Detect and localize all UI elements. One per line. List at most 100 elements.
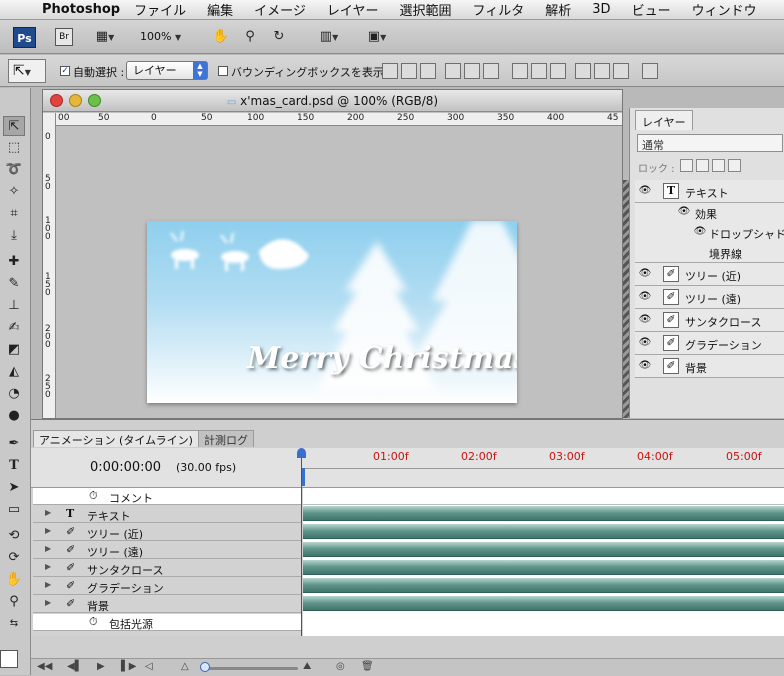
- visibility-eye-icon[interactable]: 👁: [638, 360, 652, 372]
- visibility-eye-icon[interactable]: 👁: [638, 268, 652, 280]
- hand-tool-icon[interactable]: ✋: [3, 570, 25, 590]
- layer-duration-bar[interactable]: [303, 524, 784, 539]
- lock-all-button[interactable]: [728, 159, 741, 172]
- timeline-zoom-knob[interactable]: [200, 662, 210, 672]
- eraser-tool-icon[interactable]: ◩: [3, 340, 25, 360]
- move-tool-icon[interactable]: ⇱: [3, 116, 25, 136]
- visibility-eye-icon[interactable]: 👁: [638, 291, 652, 303]
- expand-triangle-icon[interactable]: ▶: [45, 544, 51, 553]
- tool-preset-picker[interactable]: ⇱▼: [8, 59, 46, 83]
- visibility-eye-icon[interactable]: 👁: [638, 185, 652, 197]
- expand-triangle-icon[interactable]: ▶: [45, 562, 51, 571]
- document-canvas[interactable]: Merry Christmas: [147, 221, 517, 403]
- comment-track[interactable]: [303, 488, 784, 505]
- layer-row[interactable]: 👁 ✐ サンタクロース: [635, 309, 784, 332]
- effect-row[interactable]: 👁 ドロップシャドウ: [635, 223, 784, 243]
- layer-row[interactable]: 👁 ✐ 背景: [635, 355, 784, 378]
- layer-row[interactable]: 👁 ✐ ツリー (遠): [635, 286, 784, 309]
- blur-tool-icon[interactable]: ●: [3, 406, 25, 426]
- menu-image[interactable]: イメージ: [254, 0, 306, 19]
- layer-row[interactable]: 👁 ✐ ツリー (近): [635, 263, 784, 286]
- onion-skin-icon[interactable]: ◎: [336, 661, 345, 672]
- playhead-handle[interactable]: [297, 448, 306, 458]
- swap-colors-icon[interactable]: ⇆: [3, 614, 25, 634]
- lock-image-button[interactable]: [696, 159, 709, 172]
- tab-measurement-log[interactable]: 計測ログ: [198, 430, 254, 447]
- track-row[interactable]: ▶ ✐ サンタクロース: [33, 560, 301, 577]
- 3d-rotate-tool-icon[interactable]: ⟲: [3, 526, 25, 546]
- tab-animation-timeline[interactable]: アニメーション (タイムライン): [33, 430, 199, 447]
- tab-layers[interactable]: レイヤー: [635, 110, 693, 130]
- lock-position-button[interactable]: [712, 159, 725, 172]
- distribute-horizontal-centers-button[interactable]: [594, 63, 610, 79]
- visibility-eye-icon[interactable]: 👁: [693, 226, 707, 238]
- zoom-tool-icon[interactable]: ⚲: [3, 592, 25, 612]
- clone-stamp-tool-icon[interactable]: ⊥: [3, 296, 25, 316]
- align-right-edges-button[interactable]: [483, 63, 499, 79]
- timeline-zoom-slider[interactable]: [206, 667, 298, 670]
- track-area[interactable]: [303, 488, 784, 636]
- healing-brush-tool-icon[interactable]: ✚: [3, 252, 25, 272]
- align-bottom-edges-button[interactable]: [420, 63, 436, 79]
- trash-icon[interactable]: 🗑: [361, 661, 374, 672]
- playhead-line[interactable]: [301, 450, 302, 636]
- expand-triangle-icon[interactable]: ▶: [45, 598, 51, 607]
- menu-view[interactable]: ビュー: [632, 0, 671, 19]
- marquee-tool-icon[interactable]: ⬚: [3, 138, 25, 158]
- layer-row[interactable]: 👁 ✐ グラデーション: [635, 332, 784, 355]
- distribute-right-button[interactable]: [613, 63, 629, 79]
- track-row[interactable]: ▶ ✐ 背景: [33, 596, 301, 613]
- crop-tool-icon[interactable]: ⌗: [3, 204, 25, 224]
- zoom-out-timeline-icon[interactable]: △: [181, 661, 189, 672]
- track-row[interactable]: ▶ ✐ ツリー (遠): [33, 542, 301, 559]
- path-selection-tool-icon[interactable]: ➤: [3, 478, 25, 498]
- layer-duration-bar[interactable]: [303, 560, 784, 575]
- first-frame-icon[interactable]: ◀◀: [37, 661, 52, 672]
- quick-selection-tool-icon[interactable]: ✧: [3, 182, 25, 202]
- 3d-orbit-tool-icon[interactable]: ⟳: [3, 548, 25, 568]
- arrange-documents-icon[interactable]: ▥▼: [313, 28, 345, 46]
- paint-bucket-tool-icon[interactable]: ◭: [3, 362, 25, 382]
- visibility-eye-icon[interactable]: 👁: [677, 206, 691, 218]
- distribute-top-button[interactable]: [512, 63, 528, 79]
- layer-row[interactable]: 👁 T テキスト: [635, 180, 784, 203]
- lock-transparency-button[interactable]: [680, 159, 693, 172]
- distribute-vertical-centers-button[interactable]: [531, 63, 547, 79]
- menu-analysis[interactable]: 解析: [545, 0, 571, 19]
- expand-triangle-icon[interactable]: ▶: [45, 580, 51, 589]
- track-row[interactable]: ▶ T テキスト: [33, 506, 301, 523]
- dodge-tool-icon[interactable]: ◔: [3, 384, 25, 404]
- menu-filter[interactable]: フィルタ: [473, 0, 525, 19]
- menu-select[interactable]: 選択範囲: [400, 0, 452, 19]
- track-row[interactable]: ▶ ✐ ツリー (近): [33, 524, 301, 541]
- stopwatch-icon[interactable]: ⏱: [89, 615, 98, 629]
- zoom-in-timeline-icon[interactable]: ⛰: [303, 661, 311, 672]
- layer-duration-bar[interactable]: [303, 578, 784, 593]
- previous-frame-icon[interactable]: ◀▌: [67, 661, 82, 672]
- play-icon[interactable]: ▶: [97, 661, 105, 672]
- pen-tool-icon[interactable]: ✒: [3, 434, 25, 454]
- layer-duration-bar[interactable]: [303, 542, 784, 557]
- layer-duration-bar[interactable]: [303, 596, 784, 611]
- effect-row[interactable]: 境界線: [635, 243, 784, 263]
- bridge-button[interactable]: Br: [55, 28, 73, 46]
- current-timecode[interactable]: 0:00:00:00: [90, 460, 161, 475]
- expand-triangle-icon[interactable]: ▶: [45, 508, 51, 517]
- bounding-box-checkbox[interactable]: [218, 66, 228, 76]
- menu-window[interactable]: ウィンドウ: [692, 0, 757, 19]
- track-row-global-light[interactable]: ⏱ 包括光源: [33, 614, 301, 631]
- distribute-bottom-button[interactable]: [550, 63, 566, 79]
- brush-tool-icon[interactable]: ✎: [3, 274, 25, 294]
- blend-mode-dropdown[interactable]: 通常: [637, 134, 783, 152]
- track-row-comment[interactable]: ⏱ コメント: [33, 488, 301, 505]
- zoom-tool-icon[interactable]: ⚲: [240, 28, 260, 46]
- menu-app-name[interactable]: Photoshop: [42, 2, 120, 17]
- align-horizontal-centers-button[interactable]: [464, 63, 480, 79]
- eyedropper-tool-icon[interactable]: ⤓: [3, 226, 25, 246]
- stopwatch-icon[interactable]: ⏱: [89, 489, 98, 503]
- audio-icon[interactable]: ◁: [145, 661, 153, 672]
- lasso-tool-icon[interactable]: ➰: [3, 160, 25, 180]
- track-row[interactable]: ▶ ✐ グラデーション: [33, 578, 301, 595]
- menu-edit[interactable]: 編集: [207, 0, 233, 19]
- shape-tool-icon[interactable]: ▭: [3, 500, 25, 520]
